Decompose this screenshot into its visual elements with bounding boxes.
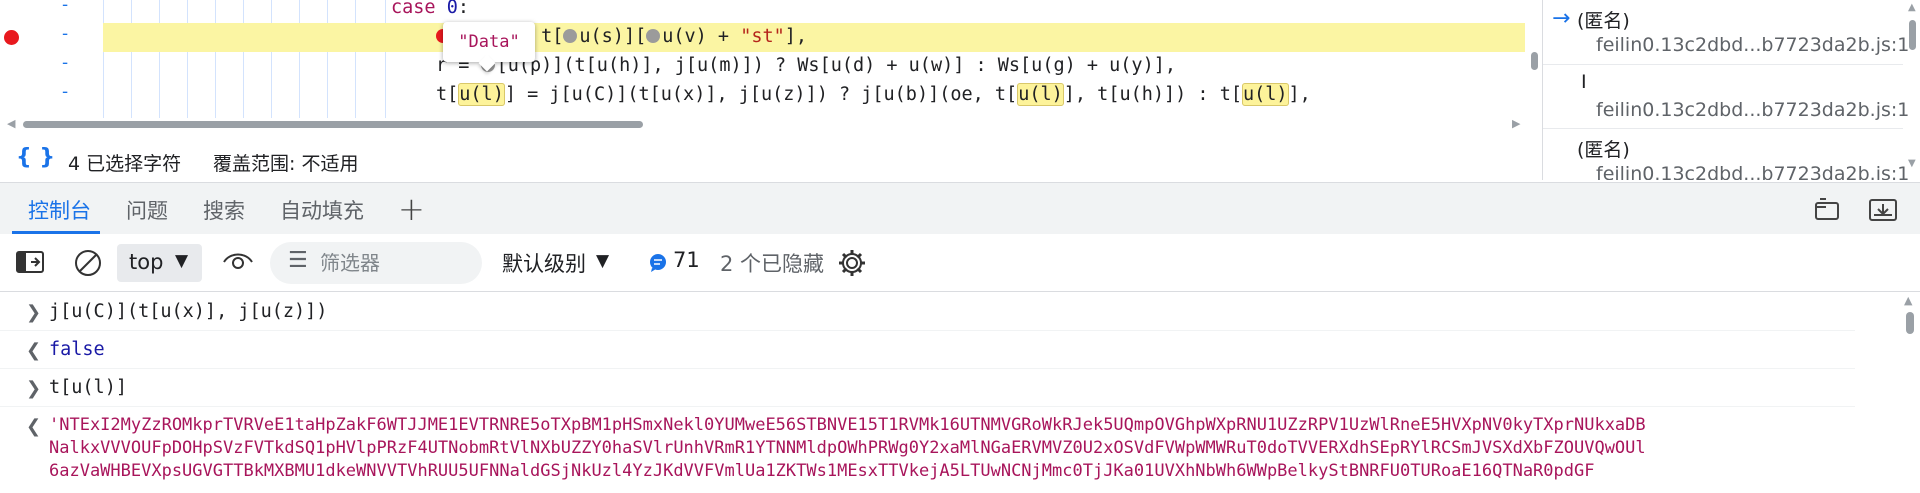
console-expression: t[u(l)]: [49, 377, 127, 398]
clear-console-icon[interactable]: [73, 248, 103, 278]
scrollbar-thumb[interactable]: [1909, 20, 1916, 50]
search-match: u(l): [1017, 83, 1064, 106]
console-output[interactable]: ❯ j[u(C)](t[u(x)], j[u(z)]) ❮ false ❯ t[…: [0, 292, 1900, 493]
live-expression-eye-icon[interactable]: [222, 250, 254, 274]
filter-input[interactable]: [318, 248, 472, 278]
scrollbar-thumb[interactable]: [23, 121, 643, 128]
gutter-marker[interactable]: -: [62, 24, 68, 44]
frame-location[interactable]: feilin0.13c2dbd...b7723da2b.js:1: [1596, 163, 1909, 180]
chevron-right-icon: ❯: [26, 378, 42, 399]
chevron-right-icon: ❯: [26, 302, 42, 323]
editor-vertical-scrollbar[interactable]: [1528, 0, 1542, 114]
frame-function: (匿名): [1577, 10, 1630, 32]
code-text: case 0:: [391, 0, 469, 18]
console-result-entry[interactable]: ❮ false: [0, 330, 1855, 369]
value-tooltip: "Data": [443, 22, 535, 62]
scroll-right-arrow-icon[interactable]: ▶: [1512, 117, 1520, 130]
console-string-line: 'NTExI2MyZzROMkprTVRVeE1taHpZakF6WTJJME1…: [49, 415, 1646, 435]
filter-box[interactable]: ☰: [270, 242, 482, 284]
scrollbar-thumb[interactable]: [1531, 52, 1538, 70]
gutter-marker[interactable]: -: [62, 82, 68, 102]
call-stack-panel: → (匿名) feilin0.13c2dbd...b7723da2b.js:1 …: [1542, 0, 1920, 180]
message-bubble-icon[interactable]: [648, 253, 668, 273]
console-result-entry[interactable]: ❮ 'NTExI2MyZzROMkprTVRVeE1taHpZakF6WTJJM…: [0, 406, 1855, 493]
call-stack-scrollbar[interactable]: ▲ ▼: [1905, 0, 1920, 180]
coverage-info: 覆盖范围: 不适用: [213, 153, 359, 175]
chevron-left-icon: ❮: [26, 416, 42, 437]
call-frame[interactable]: → (匿名) feilin0.13c2dbd...b7723da2b.js:1: [1543, 6, 1909, 62]
console-input-entry[interactable]: ❯ t[u(l)]: [0, 368, 1855, 407]
gear-icon[interactable]: [837, 248, 867, 278]
close-drawer-icon[interactable]: [1868, 197, 1898, 223]
scroll-up-arrow-icon[interactable]: ▲: [1908, 2, 1916, 13]
hidden-count: 2 个已隐藏: [720, 252, 825, 276]
code-line[interactable]: - t[u(l)] = j[u(C)](t[u(x)], j[u(z)]) ? …: [0, 81, 1525, 110]
chevron-left-icon: ❮: [26, 340, 42, 361]
code-line[interactable]: - r = [u(p)](t[u(h)], j[u(m)]) ? Ws[u(d)…: [0, 52, 1525, 81]
gutter-marker[interactable]: -: [62, 53, 68, 73]
dock-drawer-icon[interactable]: [1812, 197, 1842, 223]
scroll-left-arrow-icon[interactable]: ◀: [7, 117, 15, 130]
breakpoint-icon[interactable]: [4, 30, 19, 45]
context-selector[interactable]: top ▼: [117, 244, 202, 282]
drawer-tab-bar: 控制台 问题 搜索 自动填充 +: [0, 182, 1920, 235]
call-frame[interactable]: I feilin0.13c2dbd...b7723da2b.js:1: [1543, 71, 1909, 127]
context-label: top: [129, 250, 164, 274]
gutter-marker[interactable]: -: [62, 0, 68, 15]
pretty-print-icon[interactable]: { }: [16, 145, 55, 170]
frame-function: (匿名): [1577, 139, 1630, 161]
search-match: u(l): [1241, 83, 1289, 106]
current-frame-arrow-icon: →: [1552, 6, 1571, 31]
inline-breakpoint-icon[interactable]: [646, 29, 661, 43]
frame-function: I: [1581, 71, 1587, 93]
console-result: false: [49, 339, 105, 360]
console-string-line: 6azVaWHBEVXpsUGVGTTBkMXBMU1dkeWNVVTVhRUU…: [49, 461, 1595, 481]
console-string-line: NalkxVVVOUFpDOHpSVzFVTkdSQ1pHVlpPRzF4UTN…: [49, 438, 1646, 458]
code-text: r = [u(p)](t[u(h)], j[u(m)]) ? Ws[u(d) +…: [436, 55, 1176, 76]
tab-console[interactable]: 控制台: [28, 195, 91, 225]
add-tab-icon[interactable]: +: [398, 190, 425, 228]
tab-search[interactable]: 搜索: [203, 195, 245, 225]
scroll-up-arrow-icon[interactable]: ▲: [1904, 294, 1912, 307]
sidebar-toggle-icon[interactable]: [16, 250, 46, 276]
code-line[interactable]: - case 0:: [0, 0, 1525, 23]
call-frame[interactable]: (匿名) feilin0.13c2dbd...b7723da2b.js:1: [1543, 135, 1909, 180]
code-text: t[u(l)] = j[u(C)](t[u(x)], j[u(z)]) ? j[…: [436, 83, 1311, 106]
log-level-dropdown[interactable]: 默认级别: [502, 248, 586, 278]
console-input-entry[interactable]: ❯ j[u(C)](t[u(x)], j[u(z)]): [0, 292, 1855, 331]
selection-info: 4 已选择字符: [68, 153, 182, 175]
chevron-down-icon[interactable]: ▼: [596, 251, 609, 271]
console-toolbar: top ▼ ☰ 默认级别 ▼ 71 2 个已隐藏: [0, 234, 1920, 292]
scroll-down-arrow-icon[interactable]: ▼: [1908, 158, 1916, 169]
source-editor[interactable]: - case 0: - delete t[u(s)][u(v) + "st"],…: [0, 0, 1542, 130]
frame-location[interactable]: feilin0.13c2dbd...b7723da2b.js:1: [1596, 34, 1909, 56]
scrollbar-thumb[interactable]: [1906, 312, 1914, 334]
chevron-down-icon: ▼: [175, 251, 189, 271]
tab-issues[interactable]: 问题: [126, 195, 168, 225]
inline-breakpoint-icon[interactable]: [563, 29, 578, 43]
editor-horizontal-scrollbar[interactable]: ◀ ▶: [0, 114, 1542, 134]
tab-autofill[interactable]: 自动填充: [280, 195, 364, 225]
divider: [1543, 64, 1903, 65]
code-line-paused[interactable]: - delete t[u(s)][u(v) + "st"],: [0, 23, 1525, 52]
editor-status-bar: { } 4 已选择字符 覆盖范围: 不适用: [0, 139, 1542, 179]
issues-count[interactable]: 71: [673, 248, 700, 272]
frame-location[interactable]: feilin0.13c2dbd...b7723da2b.js:1: [1596, 99, 1909, 121]
filter-icon: ☰: [288, 248, 308, 273]
console-scrollbar[interactable]: ▲: [1900, 292, 1920, 493]
search-match: u(l): [458, 83, 505, 106]
console-expression: j[u(C)](t[u(x)], j[u(z)]): [49, 301, 328, 322]
divider: [1543, 128, 1903, 129]
